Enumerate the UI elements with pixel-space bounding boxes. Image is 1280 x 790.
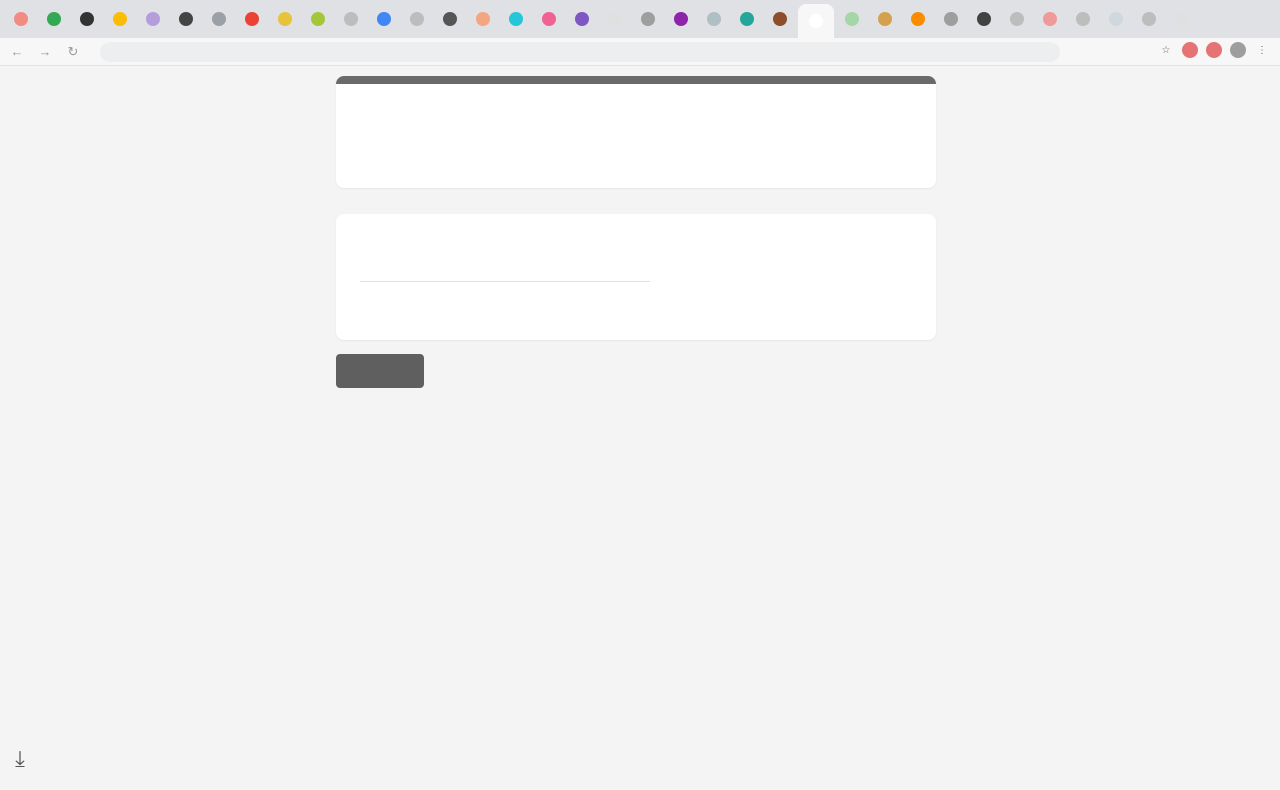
tab-favicon-icon	[911, 12, 925, 26]
tab-favicon-icon	[1043, 12, 1057, 26]
browser-tab[interactable]	[501, 4, 531, 34]
tab-favicon-icon	[809, 14, 823, 28]
form-header-card	[336, 76, 936, 188]
submit-row	[336, 354, 936, 388]
tab-favicon-icon	[278, 12, 292, 26]
reload-icon[interactable]: ↻	[62, 41, 84, 63]
tab-favicon-icon	[1175, 12, 1189, 26]
tab-favicon-icon	[641, 12, 655, 26]
browser-tab[interactable]	[105, 4, 135, 34]
browser-tab[interactable]	[765, 4, 795, 34]
browser-tab[interactable]	[369, 4, 399, 34]
browser-tab[interactable]	[171, 4, 201, 34]
tab-favicon-icon	[845, 12, 859, 26]
tab-favicon-icon	[113, 12, 127, 26]
browser-tab[interactable]	[798, 4, 834, 38]
tab-favicon-icon	[311, 12, 325, 26]
browser-tab[interactable]	[666, 4, 696, 34]
browser-tab[interactable]	[1134, 4, 1164, 34]
browser-tab[interactable]	[699, 4, 729, 34]
tab-favicon-icon	[1076, 12, 1090, 26]
browser-tab[interactable]	[1035, 4, 1065, 34]
browser-tab[interactable]	[237, 4, 267, 34]
profile-avatar[interactable]	[1230, 42, 1246, 58]
tab-favicon-icon	[509, 12, 523, 26]
tab-favicon-icon	[14, 12, 28, 26]
tab-favicon-icon	[344, 12, 358, 26]
browser-toolbar: ← → ↻ ☆ ⋮	[0, 38, 1280, 66]
bookmark-star-icon[interactable]: ☆	[1158, 42, 1174, 58]
browser-tab[interactable]	[633, 4, 663, 34]
extension-icon[interactable]	[1182, 42, 1198, 58]
browser-tab[interactable]	[534, 4, 564, 34]
browser-tab[interactable]	[1002, 4, 1032, 34]
browser-tab[interactable]	[435, 4, 465, 34]
browser-tab[interactable]	[39, 4, 69, 34]
tab-favicon-icon	[47, 12, 61, 26]
tab-favicon-icon	[80, 12, 94, 26]
tab-favicon-icon	[878, 12, 892, 26]
browser-tab[interactable]	[402, 4, 432, 34]
browser-tab[interactable]	[969, 4, 999, 34]
tab-favicon-icon	[410, 12, 424, 26]
address-bar[interactable]	[100, 42, 1060, 62]
tab-favicon-icon	[707, 12, 721, 26]
tab-favicon-icon	[674, 12, 688, 26]
browser-tab[interactable]	[1068, 4, 1098, 34]
back-icon[interactable]: ←	[6, 41, 28, 63]
tab-favicon-icon	[608, 12, 622, 26]
browser-tab[interactable]	[468, 4, 498, 34]
tab-favicon-icon	[476, 12, 490, 26]
question-card	[336, 214, 936, 340]
browser-tab[interactable]	[204, 4, 234, 34]
browser-tab[interactable]	[732, 4, 762, 34]
forward-icon[interactable]: →	[34, 41, 56, 63]
browser-tab[interactable]	[936, 4, 966, 34]
tab-favicon-icon	[944, 12, 958, 26]
browser-tab[interactable]	[567, 4, 597, 34]
browser-tab[interactable]	[303, 4, 333, 34]
browser-tab[interactable]	[336, 4, 366, 34]
tab-favicon-icon	[146, 12, 160, 26]
browser-tab[interactable]	[138, 4, 168, 34]
tab-favicon-icon	[179, 12, 193, 26]
extension-icon[interactable]	[1206, 42, 1222, 58]
tab-favicon-icon	[575, 12, 589, 26]
form-container	[336, 76, 936, 404]
browser-tab-strip	[0, 0, 1280, 38]
tab-favicon-icon	[740, 12, 754, 26]
tab-favicon-icon	[1142, 12, 1156, 26]
tab-favicon-icon	[1010, 12, 1024, 26]
tab-favicon-icon	[443, 12, 457, 26]
extension-area: ☆ ⋮	[1158, 42, 1270, 58]
answer-input[interactable]	[360, 262, 650, 282]
submit-button[interactable]	[336, 354, 424, 388]
browser-tab[interactable]	[1101, 4, 1131, 34]
browser-tab[interactable]	[870, 4, 900, 34]
tab-favicon-icon	[542, 12, 556, 26]
browser-tab[interactable]	[837, 4, 867, 34]
tab-favicon-icon	[1109, 12, 1123, 26]
browser-tab[interactable]	[72, 4, 102, 34]
tab-favicon-icon	[212, 12, 226, 26]
tab-favicon-icon	[245, 12, 259, 26]
tab-favicon-icon	[773, 12, 787, 26]
tab-favicon-icon	[377, 12, 391, 26]
browser-tab[interactable]	[903, 4, 933, 34]
tab-favicon-icon	[977, 12, 991, 26]
browser-tab[interactable]	[600, 4, 630, 34]
menu-icon[interactable]: ⋮	[1254, 42, 1270, 58]
browser-tab[interactable]	[270, 4, 300, 34]
download-icon[interactable]: ⤓	[8, 742, 32, 776]
browser-tab[interactable]	[6, 4, 36, 34]
browser-tab[interactable]	[1167, 4, 1197, 34]
